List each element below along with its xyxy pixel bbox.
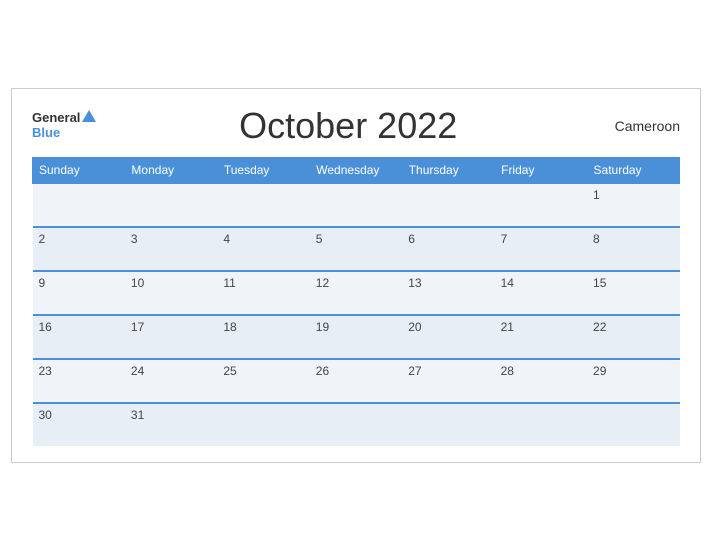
day-number: 7 xyxy=(501,232,508,246)
logo: General Blue xyxy=(32,111,96,140)
day-number: 30 xyxy=(39,408,52,422)
calendar-table: SundayMondayTuesdayWednesdayThursdayFrid… xyxy=(32,157,680,446)
day-number: 13 xyxy=(408,276,421,290)
calendar-cell: 12 xyxy=(310,271,402,315)
day-number: 20 xyxy=(408,320,421,334)
calendar-cell xyxy=(125,183,217,227)
days-header-row: SundayMondayTuesdayWednesdayThursdayFrid… xyxy=(33,157,680,183)
calendar-cell: 14 xyxy=(495,271,587,315)
calendar-cell: 18 xyxy=(217,315,309,359)
calendar-cell: 20 xyxy=(402,315,494,359)
day-number: 14 xyxy=(501,276,514,290)
day-number: 2 xyxy=(39,232,46,246)
calendar-cell: 22 xyxy=(587,315,679,359)
day-number: 25 xyxy=(223,364,236,378)
day-number: 1 xyxy=(593,188,600,202)
day-number: 6 xyxy=(408,232,415,246)
day-number: 21 xyxy=(501,320,514,334)
day-header-thursday: Thursday xyxy=(402,157,494,183)
calendar-cell: 24 xyxy=(125,359,217,403)
calendar-cell: 30 xyxy=(33,403,125,446)
calendar-week-row: 1 xyxy=(33,183,680,227)
logo-triangle-icon xyxy=(82,110,96,122)
logo-blue-text: Blue xyxy=(32,126,60,140)
calendar-cell xyxy=(33,183,125,227)
calendar-cell xyxy=(402,403,494,446)
calendar-week-row: 23 24 25 26 27 28 29 xyxy=(33,359,680,403)
day-number: 29 xyxy=(593,364,606,378)
calendar-cell: 8 xyxy=(587,227,679,271)
calendar-week-row: 30 31 xyxy=(33,403,680,446)
calendar-cell: 6 xyxy=(402,227,494,271)
calendar-cell: 9 xyxy=(33,271,125,315)
day-number: 26 xyxy=(316,364,329,378)
calendar-cell: 15 xyxy=(587,271,679,315)
day-number: 12 xyxy=(316,276,329,290)
calendar-cell: 27 xyxy=(402,359,494,403)
calendar-cell: 1 xyxy=(587,183,679,227)
day-number: 4 xyxy=(223,232,230,246)
day-number: 23 xyxy=(39,364,52,378)
calendar-container: General Blue October 2022 Cameroon Sunda… xyxy=(11,88,701,463)
calendar-cell xyxy=(310,183,402,227)
day-number: 3 xyxy=(131,232,138,246)
calendar-cell: 11 xyxy=(217,271,309,315)
day-header-wednesday: Wednesday xyxy=(310,157,402,183)
calendar-cell: 29 xyxy=(587,359,679,403)
day-header-saturday: Saturday xyxy=(587,157,679,183)
day-header-tuesday: Tuesday xyxy=(217,157,309,183)
day-number: 27 xyxy=(408,364,421,378)
day-header-sunday: Sunday xyxy=(33,157,125,183)
calendar-cell xyxy=(587,403,679,446)
day-number: 5 xyxy=(316,232,323,246)
day-number: 28 xyxy=(501,364,514,378)
calendar-cell: 10 xyxy=(125,271,217,315)
calendar-week-row: 2 3 4 5 6 7 8 xyxy=(33,227,680,271)
calendar-cell: 25 xyxy=(217,359,309,403)
day-number: 22 xyxy=(593,320,606,334)
calendar-cell: 21 xyxy=(495,315,587,359)
day-header-monday: Monday xyxy=(125,157,217,183)
calendar-cell: 2 xyxy=(33,227,125,271)
calendar-cell: 17 xyxy=(125,315,217,359)
day-number: 9 xyxy=(39,276,46,290)
calendar-cell: 5 xyxy=(310,227,402,271)
country-label: Cameroon xyxy=(600,118,680,134)
calendar-cell xyxy=(495,403,587,446)
calendar-cell: 31 xyxy=(125,403,217,446)
day-number: 11 xyxy=(223,276,235,290)
month-title: October 2022 xyxy=(239,105,457,147)
calendar-week-row: 16 17 18 19 20 21 22 xyxy=(33,315,680,359)
day-number: 24 xyxy=(131,364,144,378)
day-number: 19 xyxy=(316,320,329,334)
day-number: 17 xyxy=(131,320,144,334)
calendar-cell: 13 xyxy=(402,271,494,315)
calendar-cell: 28 xyxy=(495,359,587,403)
calendar-header: General Blue October 2022 Cameroon xyxy=(32,105,680,147)
calendar-cell: 16 xyxy=(33,315,125,359)
calendar-cell xyxy=(310,403,402,446)
calendar-cell: 7 xyxy=(495,227,587,271)
calendar-cell: 26 xyxy=(310,359,402,403)
calendar-cell xyxy=(495,183,587,227)
calendar-cell: 19 xyxy=(310,315,402,359)
day-number: 8 xyxy=(593,232,600,246)
calendar-cell: 23 xyxy=(33,359,125,403)
day-number: 10 xyxy=(131,276,144,290)
day-number: 31 xyxy=(131,408,144,422)
calendar-cell xyxy=(402,183,494,227)
calendar-cell xyxy=(217,403,309,446)
day-number: 16 xyxy=(39,320,52,334)
logo-general-text: General xyxy=(32,111,80,125)
calendar-week-row: 9 10 11 12 13 14 15 xyxy=(33,271,680,315)
day-number: 18 xyxy=(223,320,236,334)
calendar-cell xyxy=(217,183,309,227)
calendar-cell: 3 xyxy=(125,227,217,271)
day-header-friday: Friday xyxy=(495,157,587,183)
calendar-cell: 4 xyxy=(217,227,309,271)
day-number: 15 xyxy=(593,276,606,290)
